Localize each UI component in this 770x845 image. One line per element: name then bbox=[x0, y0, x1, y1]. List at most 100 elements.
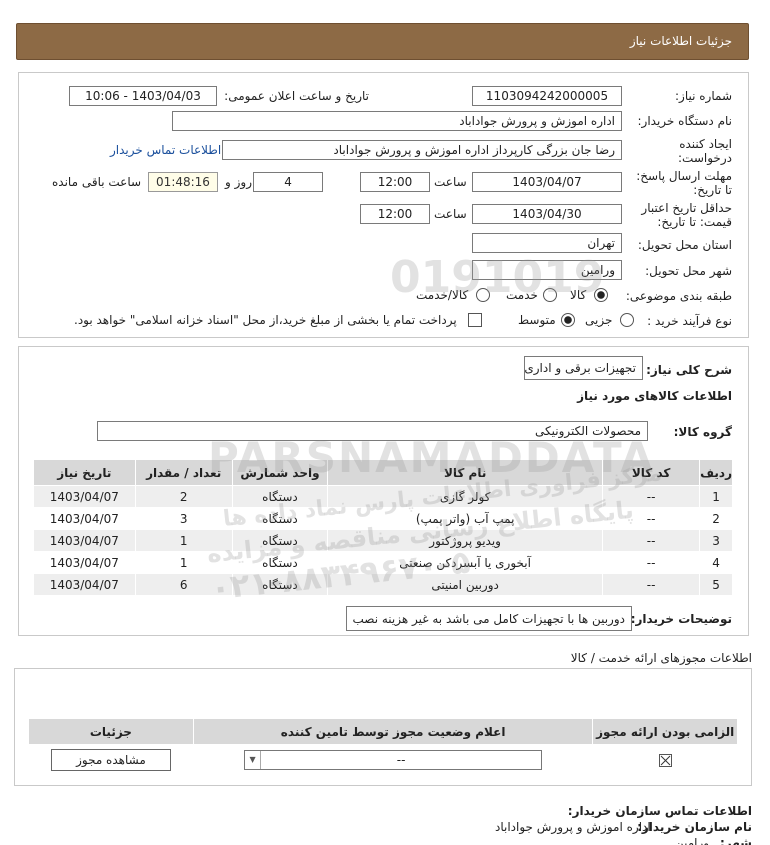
quantity: 1 bbox=[134, 551, 233, 574]
contact-org-value: اداره اموزش و پرورش جواداباد bbox=[495, 820, 651, 834]
view-permit-button[interactable]: مشاهده مجوز bbox=[50, 748, 171, 771]
remaining-days-label: روز و bbox=[225, 175, 252, 189]
deadline-time-field: 12:00 bbox=[360, 172, 430, 192]
deadline-label-1: مهلت ارسال پاسخ: bbox=[636, 169, 732, 183]
col-quantity: تعداد / مقدار bbox=[134, 459, 233, 486]
buyer-contact-link[interactable]: اطلاعات تماس خریدار bbox=[110, 143, 221, 157]
chevron-down-icon: ▼ bbox=[245, 750, 262, 769]
province-label: استان محل تحویل: bbox=[637, 238, 732, 252]
need-date: 1403/04/07 bbox=[33, 573, 136, 596]
category-service-radio[interactable] bbox=[543, 288, 557, 302]
col-need-date: تاریخ نیاز bbox=[33, 459, 136, 486]
category-goods-radio[interactable] bbox=[594, 288, 608, 302]
col-permit-required: الزامی بودن ارائه مجوز bbox=[592, 718, 738, 745]
process-minor-label: جزیی bbox=[585, 313, 613, 327]
deadline-date-field: 1403/04/07 bbox=[472, 172, 622, 192]
need-date: 1403/04/07 bbox=[33, 507, 136, 530]
col-permit-status: اعلام وضعیت مجوز توسط تامین کننده bbox=[192, 718, 594, 745]
announce-date-label: تاریخ و ساعت اعلان عمومی: bbox=[224, 89, 369, 103]
category-service-label: خدمت bbox=[506, 288, 538, 302]
col-row-number: ردیف bbox=[699, 459, 733, 486]
validity-time-label: ساعت bbox=[434, 207, 467, 221]
announce-date-field: 1403/04/03 - 10:06 bbox=[69, 86, 217, 106]
goods-group-label: گروه کالا: bbox=[673, 425, 732, 439]
city-label: شهر محل تحویل: bbox=[645, 264, 732, 278]
buyer-name-field: اداره اموزش و پرورش جواداباد bbox=[172, 111, 622, 131]
permits-table: الزامی بودن ارائه مجوز اعلام وضعیت مجوز … bbox=[28, 718, 738, 775]
deadline-label-2: تا تاریخ: bbox=[693, 183, 732, 197]
buyer-name-label: نام دستگاه خریدار: bbox=[637, 114, 733, 128]
validity-label-1: حداقل تاریخ اعتبار bbox=[641, 201, 732, 215]
contact-city-label: شهر: bbox=[720, 836, 752, 845]
table-row: 5 -- دوربین امنیتی دستگاه 6 1403/04/07 bbox=[33, 573, 733, 596]
quantity: 1 bbox=[134, 529, 233, 552]
city-field: ورامین bbox=[472, 260, 622, 280]
goods-code: -- bbox=[602, 485, 701, 508]
process-medium-label: متوسط bbox=[518, 313, 556, 327]
process-medium-radio[interactable] bbox=[561, 313, 575, 327]
permit-status-value: -- bbox=[396, 752, 406, 767]
goods-name: کولر گازی bbox=[327, 485, 604, 508]
table-row: 4 -- آبخوری یا آبسردکن صنعتی دستگاه 1 14… bbox=[33, 551, 733, 574]
process-minor-radio[interactable] bbox=[620, 313, 634, 327]
permit-status-select[interactable]: -- ▼ bbox=[244, 749, 543, 770]
permits-title: اطلاعات مجوزهای ارائه خدمت / کالا bbox=[570, 651, 752, 665]
unit: دستگاه bbox=[231, 485, 329, 508]
category-goods-service-label: کالا/خدمت bbox=[416, 288, 469, 302]
need-date: 1403/04/07 bbox=[33, 485, 136, 508]
contact-title: اطلاعات تماس سازمان خریدار: bbox=[567, 804, 752, 818]
buyer-notes-label: توضیحات خریدار: bbox=[630, 612, 732, 626]
goods-name: دوربین امنیتی bbox=[327, 573, 604, 596]
goods-name: پمپ آب (واتر پمپ) bbox=[327, 507, 604, 530]
unit: دستگاه bbox=[231, 529, 329, 552]
need-number-field: 1103094242000005 bbox=[472, 86, 622, 106]
category-label: طبقه بندی موضوعی: bbox=[625, 289, 732, 303]
province-field: تهران bbox=[472, 233, 622, 253]
remaining-time-label: ساعت باقی مانده bbox=[52, 175, 142, 189]
buyer-notes-field: دوربین ها با تجهیزات کامل می باشد به غیر… bbox=[346, 606, 632, 631]
permits-table-header: الزامی بودن ارائه مجوز اعلام وضعیت مجوز … bbox=[28, 718, 738, 745]
goods-code: -- bbox=[602, 529, 701, 552]
creator-label-2: درخواست: bbox=[678, 151, 732, 165]
deadline-time-label: ساعت bbox=[434, 175, 467, 189]
remaining-days-field: 4 bbox=[253, 172, 323, 192]
row-number: 1 bbox=[699, 485, 733, 508]
category-goods-label: کالا bbox=[570, 288, 587, 302]
treasury-payment-note: پرداخت تمام یا بخشی از مبلغ خرید،از محل … bbox=[74, 313, 457, 327]
contact-city-value: ورامین bbox=[675, 836, 710, 845]
remaining-time-counter: 01:48:16 bbox=[148, 172, 218, 192]
goods-code: -- bbox=[602, 573, 701, 596]
col-unit: واحد شمارش bbox=[231, 459, 329, 486]
table-row: 3 -- ویدیو پروژکتور دستگاه 1 1403/04/07 bbox=[33, 529, 733, 552]
contact-org-label: نام سازمان خریدار: bbox=[637, 820, 752, 834]
need-date: 1403/04/07 bbox=[33, 551, 136, 574]
row-number: 5 bbox=[699, 573, 733, 596]
category-goods-service-radio[interactable] bbox=[476, 288, 490, 302]
goods-table: ردیف کد کالا نام کالا واحد شمارش تعداد /… bbox=[33, 459, 733, 596]
creator-label-1: ایجاد کننده bbox=[679, 137, 732, 151]
table-row: 1 -- کولر گازی دستگاه 2 1403/04/07 bbox=[33, 485, 733, 508]
row-number: 3 bbox=[699, 529, 733, 552]
quantity: 3 bbox=[134, 507, 233, 530]
goods-info-title: اطلاعات کالاهای مورد نیاز bbox=[577, 389, 732, 403]
page-header: جزئیات اطلاعات نیاز bbox=[16, 23, 749, 60]
permit-required-checkbox bbox=[658, 753, 672, 767]
validity-date-field: 1403/04/30 bbox=[472, 204, 622, 224]
goods-code: -- bbox=[602, 551, 701, 574]
unit: دستگاه bbox=[231, 507, 329, 530]
col-goods-name: نام کالا bbox=[327, 459, 604, 486]
row-number: 4 bbox=[699, 551, 733, 574]
row-number: 2 bbox=[699, 507, 733, 530]
need-date: 1403/04/07 bbox=[33, 529, 136, 552]
unit: دستگاه bbox=[231, 573, 329, 596]
creator-field: رضا جان بزرگی کارپرداز اداره اموزش و پرو… bbox=[222, 140, 622, 160]
quantity: 2 bbox=[134, 485, 233, 508]
col-permit-details: جزئیات bbox=[28, 718, 194, 745]
treasury-payment-checkbox[interactable] bbox=[468, 313, 482, 327]
quantity: 6 bbox=[134, 573, 233, 596]
process-type-label: نوع فرآیند خرید : bbox=[647, 314, 732, 328]
goods-name: آبخوری یا آبسردکن صنعتی bbox=[327, 551, 604, 574]
unit: دستگاه bbox=[231, 551, 329, 574]
table-row: 2 -- پمپ آب (واتر پمپ) دستگاه 3 1403/04/… bbox=[33, 507, 733, 530]
goods-group-field: محصولات الکترونیکی bbox=[97, 421, 648, 441]
